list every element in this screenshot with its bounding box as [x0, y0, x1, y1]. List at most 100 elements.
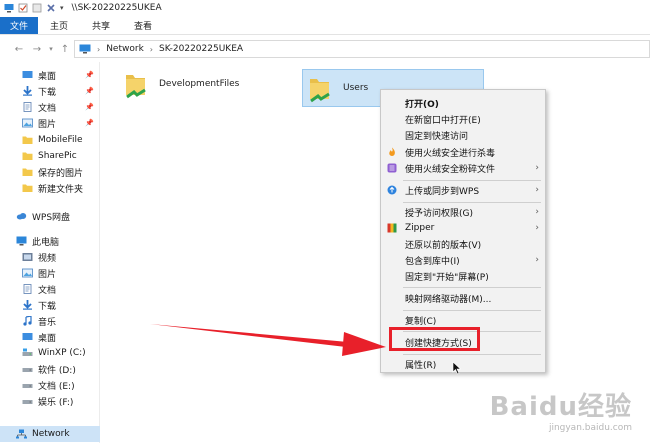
menu-item-huorong-shred[interactable]: 使用火绒安全粉碎文件 › [381, 160, 545, 176]
menu-item-label: 还原以前的版本(V) [405, 240, 482, 251]
sidebar-item-new-folder[interactable]: 新建文件夹 [0, 180, 100, 196]
properties-icon[interactable] [18, 3, 28, 13]
sidebar-item-label: 保存的图片 [38, 168, 84, 179]
picture-icon [22, 118, 33, 128]
folder-developmentfiles[interactable]: DevelopmentFiles [123, 65, 283, 103]
pin-icon: 📌 [85, 71, 94, 79]
huorong-icon [389, 147, 395, 156]
menu-item-label: 映射网络驱动器(M)... [405, 294, 492, 305]
window-title: \\SK-20220225UKEA [71, 3, 162, 13]
menu-item-label: Zipper [405, 223, 435, 233]
video-icon [22, 253, 33, 261]
menu-separator [403, 354, 541, 355]
sidebar-item-label: WPS网盘 [32, 212, 71, 223]
menu-item-open[interactable]: 打开(O) [381, 95, 545, 111]
menu-item-label: 打开(O) [405, 99, 439, 110]
sidebar-item-videos[interactable]: 视频 [0, 249, 100, 265]
chevron-right-icon: › [535, 255, 539, 265]
sidebar-item-drive-d[interactable]: 软件 (D:) [0, 361, 100, 377]
sidebar-item-label: WinXP (C:) [38, 348, 86, 358]
menu-item-upload-wps[interactable]: 上传或同步到WPS › [381, 182, 545, 198]
sidebar-item-network[interactable]: Network [0, 426, 100, 442]
tab-share[interactable]: 共享 [80, 17, 122, 34]
shared-folder-icon [126, 75, 146, 99]
recent-locations-icon[interactable]: ▾ [44, 45, 58, 53]
menu-item-restore-versions[interactable]: 还原以前的版本(V) [381, 236, 545, 252]
sidebar-item-downloads-pc[interactable]: 下载 [0, 297, 100, 313]
menu-item-pin-start[interactable]: 固定到"开始"屏幕(P) [381, 268, 545, 284]
back-arrow-icon[interactable]: ← [12, 44, 26, 55]
sidebar-item-music[interactable]: 音乐 [0, 313, 100, 329]
mouse-cursor-icon [452, 361, 462, 375]
shared-folder-icon [310, 79, 330, 103]
menu-item-label: 使用火绒安全进行杀毒 [405, 148, 496, 159]
folder-icon [22, 136, 33, 144]
menu-item-copy[interactable]: 复制(C) [381, 312, 545, 328]
sidebar-item-drive-f[interactable]: 娱乐 (F:) [0, 393, 100, 409]
sidebar-item-label: SharePic [38, 151, 77, 161]
tab-home[interactable]: 主页 [38, 17, 80, 34]
sidebar-item-saved-pictures[interactable]: 保存的图片 [0, 164, 100, 180]
desktop-icon [22, 71, 33, 78]
address-bar: ← → ▾ ↑ › Network › SK-20220225UKEA [0, 38, 650, 60]
tab-view[interactable]: 查看 [122, 17, 164, 34]
sidebar-item-label: 下载 [38, 301, 57, 312]
sidebar-item-label: 文档 [38, 103, 57, 114]
title-bar: ▾ \\SK-20220225UKEA [0, 0, 650, 16]
chevron-right-icon: › [535, 163, 539, 173]
drive-icon [22, 400, 33, 404]
cloud-icon [16, 213, 27, 220]
breadcrumb[interactable]: › Network › SK-20220225UKEA [74, 40, 650, 58]
menu-item-open-new-window[interactable]: 在新窗口中打开(E) [381, 111, 545, 127]
sidebar-item-pictures[interactable]: 图片 📌 [0, 115, 100, 131]
shredder-icon [387, 163, 397, 173]
sidebar-item-label: Network [32, 429, 70, 439]
sidebar-item-documents[interactable]: 文档 📌 [0, 99, 100, 115]
menu-item-grant-access[interactable]: 授予访问权限(G) › [381, 204, 545, 220]
sidebar-item-label: 软件 (D:) [38, 365, 76, 376]
sidebar-item-label: MobileFile [38, 135, 83, 145]
sidebar-item-documents-pc[interactable]: 文档 [0, 281, 100, 297]
wps-cloud-icon [387, 185, 397, 195]
menu-item-properties[interactable]: 属性(R) [381, 356, 545, 372]
sidebar-item-mobilefile[interactable]: MobileFile [0, 132, 100, 148]
drive-icon [22, 348, 33, 356]
forward-arrow-icon[interactable]: → [30, 44, 44, 55]
up-arrow-icon[interactable]: ↑ [58, 44, 72, 55]
delete-icon[interactable] [46, 3, 56, 13]
zipper-icon [387, 223, 397, 233]
menu-item-map-drive[interactable]: 映射网络驱动器(M)... [381, 290, 545, 306]
folder-icon [22, 168, 33, 176]
new-folder-icon[interactable] [32, 3, 42, 13]
navigation-pane: 桌面 📌 下载 📌 文档 📌 图片 📌 MobileFile SharePic … [0, 62, 100, 443]
sidebar-item-wps-cloud[interactable]: WPS网盘 [0, 208, 100, 224]
sidebar-item-label: 文档 (E:) [38, 381, 75, 392]
breadcrumb-network[interactable]: Network [106, 44, 144, 54]
menu-separator [403, 287, 541, 288]
breadcrumb-host[interactable]: SK-20220225UKEA [159, 44, 243, 54]
sidebar-item-drive-e[interactable]: 文档 (E:) [0, 377, 100, 393]
highlight-box [389, 327, 480, 351]
sidebar-item-downloads[interactable]: 下载 📌 [0, 83, 100, 99]
folder-icon [22, 152, 33, 160]
sidebar-item-sharepic[interactable]: SharePic [0, 148, 100, 164]
menu-item-zipper[interactable]: Zipper › [381, 220, 545, 236]
menu-item-pin-quick-access[interactable]: 固定到快速访问 [381, 127, 545, 143]
menu-item-label: 固定到快速访问 [405, 131, 469, 142]
music-icon [23, 316, 32, 326]
menu-item-include-library[interactable]: 包含到库中(I) › [381, 252, 545, 268]
menu-item-huorong-scan[interactable]: 使用火绒安全进行杀毒 [381, 144, 545, 160]
sidebar-item-pictures-pc[interactable]: 图片 [0, 265, 100, 281]
sidebar-item-this-pc[interactable]: 此电脑 [0, 233, 100, 249]
sidebar-item-label: 桌面 [38, 71, 57, 82]
sidebar-item-drive-c[interactable]: WinXP (C:) [0, 345, 100, 361]
customize-toolbar-icon[interactable]: ▾ [60, 4, 64, 12]
sidebar-item-label: 文档 [38, 285, 57, 296]
document-icon [23, 102, 32, 112]
sidebar-item-desktop[interactable]: 桌面 📌 [0, 67, 100, 83]
tab-file[interactable]: 文件 [0, 17, 39, 34]
sidebar-item-desktop-pc[interactable]: 桌面 [0, 329, 100, 345]
chevron-right-icon: › [535, 185, 539, 195]
computer-icon [16, 236, 27, 246]
menu-item-label: 授予访问权限(G) [405, 208, 473, 219]
